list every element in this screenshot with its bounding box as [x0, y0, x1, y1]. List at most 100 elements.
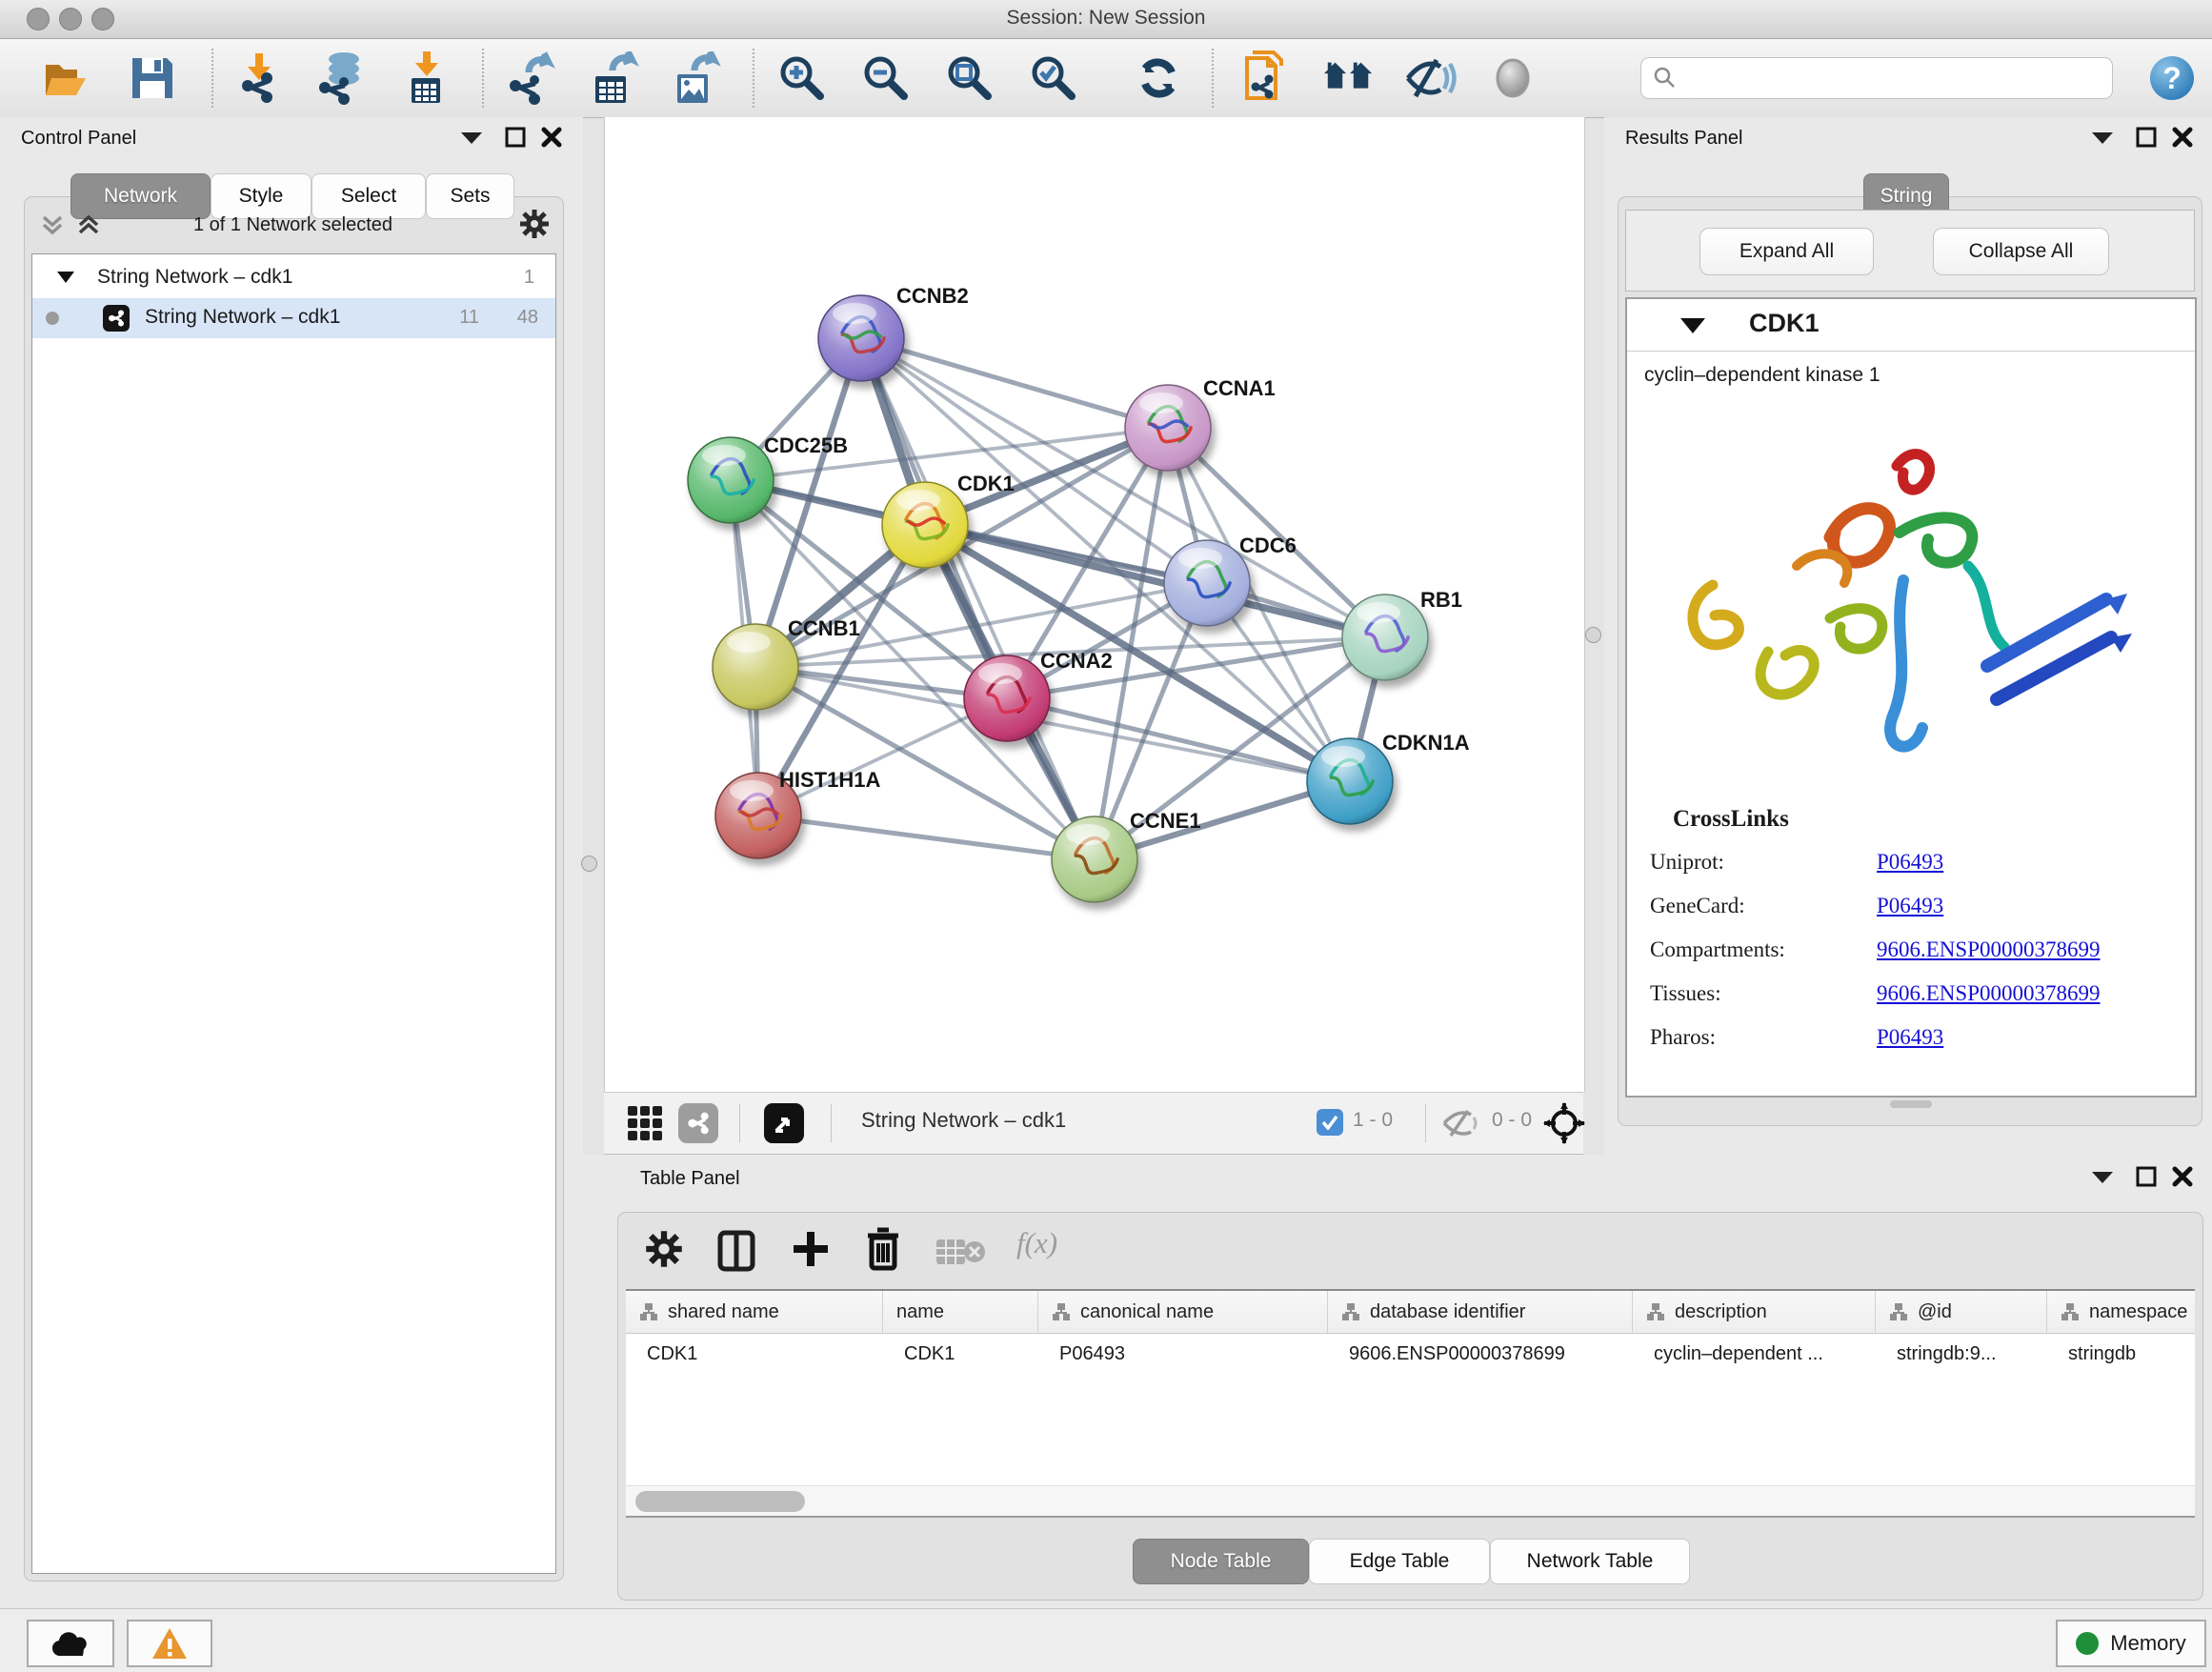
export-network-icon[interactable]	[503, 51, 556, 105]
table-row[interactable]: CDK1CDK1P064939606.ENSP00000378699cyclin…	[626, 1334, 2195, 1374]
cell-id[interactable]: stringdb:9...	[1876, 1334, 2047, 1374]
table-h-scrollbar[interactable]	[626, 1485, 2195, 1517]
network-svg[interactable]: CCNB2CCNA1CDC25BCDK1CDC6RB1CCNB1CCNA2CDK…	[605, 117, 1584, 1092]
control-panel-float-icon[interactable]	[455, 123, 488, 151]
delete-column-icon[interactable]	[864, 1226, 902, 1277]
crosslink-link[interactable]: P06493	[1877, 850, 1943, 875]
node-gloss	[896, 490, 940, 511]
help-icon[interactable]: ?	[2145, 51, 2199, 105]
column-header-description[interactable]: description	[1633, 1291, 1876, 1333]
import-network-file-icon[interactable]	[232, 51, 286, 105]
column-header-name[interactable]: name	[883, 1291, 1038, 1333]
home-icon[interactable]	[1322, 51, 1376, 105]
node-CDKN1A[interactable]: CDKN1A	[1307, 731, 1470, 824]
column-header-namespace[interactable]: namespace	[2047, 1291, 2195, 1333]
hidden-eye-slash-icon[interactable]	[1442, 1109, 1480, 1142]
export-table-icon[interactable]	[587, 51, 640, 105]
search-input[interactable]	[1678, 67, 2101, 91]
tree-column-icon	[2061, 1302, 2080, 1321]
refresh-icon[interactable]	[1132, 51, 1185, 105]
tab-node-table[interactable]: Node Table	[1133, 1539, 1309, 1584]
zoom-out-icon[interactable]	[859, 51, 913, 105]
results-panel-maximize-icon[interactable]	[2130, 123, 2162, 151]
cell-name[interactable]: CDK1	[883, 1334, 1038, 1374]
tab-network-table[interactable]: Network Table	[1490, 1539, 1690, 1584]
right-splitter-handle[interactable]	[1585, 627, 1601, 643]
collapse-all-button[interactable]: Collapse All	[1933, 228, 2109, 275]
tab-sets[interactable]: Sets	[426, 173, 514, 219]
collection-label: String Network – cdk1	[97, 266, 292, 289]
annotation-mode-icon[interactable]	[764, 1103, 804, 1143]
tab-select[interactable]: Select	[312, 173, 426, 219]
export-image-icon[interactable]	[669, 51, 722, 105]
edge-CDK1-RB1[interactable]	[925, 525, 1385, 637]
node-CCNE1[interactable]: CCNE1	[1052, 809, 1201, 902]
edge-CCNB2-CCNA1[interactable]	[861, 338, 1168, 428]
node-gloss	[978, 663, 1022, 684]
tab-edge-table[interactable]: Edge Table	[1309, 1539, 1490, 1584]
left-splitter-handle[interactable]	[581, 856, 597, 872]
share-document-icon[interactable]	[1238, 51, 1292, 105]
node-CDK1[interactable]: CDK1	[882, 472, 1015, 568]
network-row[interactable]: String Network – cdk1 11 48	[32, 298, 555, 338]
memory-button[interactable]: Memory	[2056, 1620, 2206, 1667]
network-collection-row[interactable]: String Network – cdk1 1	[32, 260, 555, 296]
zoom-selected-icon[interactable]	[1027, 51, 1080, 105]
cell-description[interactable]: cyclin–dependent ...	[1633, 1334, 1876, 1374]
node-CCNA2[interactable]: CCNA2	[964, 649, 1113, 741]
node-RB1[interactable]: RB1	[1342, 588, 1462, 680]
node-HIST1H1A[interactable]: HIST1H1A	[715, 768, 880, 858]
cell-namespace[interactable]: stringdb	[2047, 1334, 2195, 1374]
edge-HIST1H1A-CCNE1[interactable]	[758, 816, 1095, 859]
column-header-canonical-name[interactable]: canonical name	[1038, 1291, 1328, 1333]
table-h-scrollbar-thumb[interactable]	[635, 1491, 805, 1512]
grid-view-icon[interactable]	[627, 1105, 663, 1146]
eye-slash-icon[interactable]	[1404, 51, 1458, 105]
expand-all-button[interactable]: Expand All	[1699, 228, 1874, 275]
warning-button[interactable]	[127, 1620, 212, 1667]
gene-expander-icon[interactable]	[1680, 318, 1705, 333]
column-header-shared-name[interactable]: shared name	[626, 1291, 883, 1333]
network-options-gear-icon[interactable]	[519, 209, 550, 244]
add-column-icon[interactable]	[790, 1228, 832, 1275]
show-columns-icon[interactable]	[717, 1230, 755, 1277]
results-scrollbar[interactable]	[1890, 1100, 1932, 1108]
import-network-database-icon[interactable]	[314, 51, 368, 105]
table-panel-float-icon[interactable]	[2086, 1162, 2119, 1191]
edge-CCNB2-CCNE1[interactable]	[861, 338, 1095, 859]
collection-expander-icon[interactable]	[57, 272, 74, 283]
network-canvas[interactable]: CCNB2CCNA1CDC25BCDK1CDC6RB1CCNB1CCNA2CDK…	[604, 117, 1585, 1092]
gene-section-header[interactable]: CDK1	[1627, 299, 2195, 352]
tab-style[interactable]: Style	[211, 173, 312, 219]
column-header-database-identifier[interactable]: database identifier	[1328, 1291, 1633, 1333]
save-session-icon[interactable]	[126, 51, 179, 105]
control-panel-maximize-icon[interactable]	[499, 123, 532, 151]
node-CCNB2[interactable]: CCNB2	[818, 284, 969, 381]
zoom-in-icon[interactable]	[775, 51, 829, 105]
column-header-id[interactable]: @id	[1876, 1291, 2047, 1333]
control-panel-close-icon[interactable]	[535, 123, 568, 151]
results-panel-close-icon[interactable]	[2166, 123, 2199, 151]
crosslink-link[interactable]: 9606.ENSP00000378699	[1877, 937, 2101, 962]
cell-canonical-name[interactable]: P06493	[1038, 1334, 1328, 1374]
zoom-fit-icon[interactable]	[943, 51, 996, 105]
eye-icon[interactable]	[1486, 51, 1539, 105]
cloud-button[interactable]	[27, 1620, 114, 1667]
node-CCNA1[interactable]: CCNA1	[1125, 376, 1276, 471]
results-panel-float-icon[interactable]	[2086, 123, 2119, 151]
string-view-icon[interactable]	[678, 1103, 718, 1143]
crosslink-link[interactable]: P06493	[1877, 894, 1943, 918]
birdseye-view-icon[interactable]	[1543, 1102, 1585, 1149]
cell-database-identifier[interactable]: 9606.ENSP00000378699	[1328, 1334, 1633, 1374]
search-box[interactable]	[1640, 57, 2113, 99]
import-table-file-icon[interactable]	[400, 51, 453, 105]
crosslink-link[interactable]: 9606.ENSP00000378699	[1877, 981, 2101, 1006]
cell-shared-name[interactable]: CDK1	[626, 1334, 883, 1374]
crosslink-link[interactable]: P06493	[1877, 1025, 1943, 1050]
selected-checkbox[interactable]	[1317, 1109, 1343, 1136]
toolbar-separator	[211, 49, 213, 108]
table-panel-maximize-icon[interactable]	[2130, 1162, 2162, 1191]
table-panel-close-icon[interactable]	[2166, 1162, 2199, 1191]
open-session-icon[interactable]	[40, 51, 93, 105]
table-settings-gear-icon[interactable]	[645, 1230, 683, 1273]
